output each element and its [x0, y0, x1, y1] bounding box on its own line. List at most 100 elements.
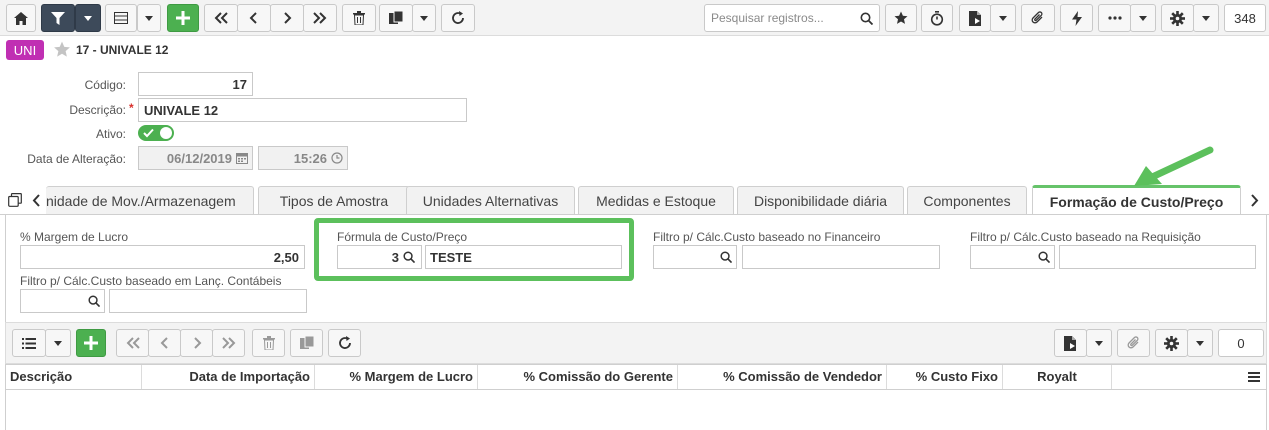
- copy-record-icon[interactable]: [8, 193, 22, 207]
- filtro-financeiro-code-field[interactable]: [653, 245, 737, 269]
- annotation-arrow-icon: [1134, 146, 1214, 186]
- first-icon: [126, 337, 140, 349]
- grid-last-button[interactable]: [212, 329, 245, 357]
- delete-button[interactable]: [342, 4, 376, 32]
- search-icon[interactable]: [1038, 251, 1050, 263]
- last-icon: [313, 12, 327, 24]
- column-comissao-gerente[interactable]: % Comissão do Gerente: [478, 365, 678, 389]
- add-button[interactable]: [167, 4, 199, 32]
- formula-code-field[interactable]: 3: [337, 245, 422, 269]
- data-alteracao-value: 06/12/2019: [166, 150, 232, 166]
- tab-unidades-alternativas[interactable]: Unidades Alternativas: [406, 186, 575, 215]
- view-icon: [114, 12, 128, 24]
- tab-unidade-mov[interactable]: nidade de Mov./Armazenagem: [46, 186, 254, 215]
- filtro-lanc-code-field[interactable]: [20, 289, 105, 313]
- filter-button[interactable]: [41, 4, 75, 32]
- view-button[interactable]: [105, 4, 137, 32]
- last-button[interactable]: [303, 4, 337, 32]
- column-menu-icon[interactable]: [1248, 372, 1260, 382]
- codigo-label: Código:: [84, 78, 126, 92]
- column-custo-fixo[interactable]: % Custo Fixo: [887, 365, 1003, 389]
- first-button[interactable]: [204, 4, 238, 32]
- tab-scroll-left-icon[interactable]: [32, 194, 41, 207]
- refresh-button[interactable]: [441, 4, 475, 32]
- chevron-right-icon: [193, 337, 201, 349]
- settings-dropdown-button[interactable]: [1193, 4, 1219, 32]
- add-icon: [176, 11, 190, 25]
- grid-add-button[interactable]: [76, 329, 106, 357]
- tab-tipos-amostra[interactable]: Tipos de Amostra: [258, 186, 410, 215]
- grid-first-button[interactable]: [116, 329, 149, 357]
- grid-delete-button[interactable]: [252, 329, 285, 357]
- search-icon[interactable]: [88, 295, 100, 307]
- chevron-down-icon: [145, 15, 153, 21]
- search-input[interactable]: [705, 5, 853, 31]
- paperclip-icon: [1127, 336, 1138, 349]
- add-icon: [84, 336, 98, 350]
- grid-copy-button[interactable]: [290, 329, 323, 357]
- column-comissao-vendedor[interactable]: % Comissão de Vendedor: [678, 365, 887, 389]
- filtro-lanc-desc-field[interactable]: [109, 289, 307, 313]
- copy-button[interactable]: [379, 4, 413, 32]
- action-button[interactable]: [1060, 4, 1093, 32]
- grid-report-button[interactable]: [1054, 329, 1087, 357]
- grid-settings-button[interactable]: [1155, 329, 1188, 357]
- descricao-label-text: Descrição:: [69, 103, 126, 117]
- column-descricao[interactable]: Descrição: [6, 365, 142, 389]
- more-button[interactable]: [1098, 4, 1131, 32]
- grid-attach-button[interactable]: [1117, 329, 1150, 357]
- filtro-lanc-label: Filtro p/ Cálc.Custo baseado em Lanç. Co…: [20, 274, 282, 288]
- report-dropdown-button[interactable]: [990, 4, 1016, 32]
- grid-refresh-button[interactable]: [328, 329, 361, 357]
- column-margem-lucro[interactable]: % Margem de Lucro: [315, 365, 478, 389]
- search-icon[interactable]: [860, 12, 873, 25]
- timer-button[interactable]: [921, 4, 953, 32]
- descricao-field[interactable]: UNIVALE 12: [138, 98, 467, 122]
- ativo-label: Ativo:: [95, 127, 126, 141]
- copy-dropdown-button[interactable]: [412, 4, 436, 32]
- filter-dropdown-button[interactable]: [75, 4, 101, 32]
- filtro-financeiro-desc-field[interactable]: [742, 245, 940, 269]
- favorite-star-icon[interactable]: [53, 41, 71, 58]
- chevron-right-icon: [284, 12, 292, 24]
- tab-disponibilidade[interactable]: Disponibilidade diária: [737, 186, 904, 215]
- search-icon[interactable]: [403, 251, 415, 263]
- grid-view-dropdown-button[interactable]: [45, 329, 71, 357]
- margem-lucro-field[interactable]: 2,50: [20, 245, 305, 269]
- grid-next-button[interactable]: [180, 329, 213, 357]
- codigo-field[interactable]: 17: [138, 72, 253, 96]
- check-icon: [143, 128, 154, 138]
- grid-previous-button[interactable]: [148, 329, 181, 357]
- last-icon: [221, 337, 235, 349]
- report-button[interactable]: [959, 4, 991, 32]
- more-dropdown-button[interactable]: [1130, 4, 1156, 32]
- first-icon: [214, 12, 228, 24]
- previous-button[interactable]: [237, 4, 271, 32]
- settings-button[interactable]: [1161, 4, 1194, 32]
- filtro-requisicao-code-field[interactable]: [970, 245, 1055, 269]
- tab-scroll-right-icon[interactable]: [1250, 194, 1259, 207]
- attach-button[interactable]: [1021, 4, 1055, 32]
- ativo-toggle[interactable]: [138, 125, 174, 141]
- filtro-requisicao-desc-field[interactable]: [1059, 245, 1256, 269]
- entity-badge: UNI: [6, 40, 44, 60]
- search-icon[interactable]: [720, 251, 732, 263]
- more-icon: [1107, 16, 1122, 20]
- star-icon: [894, 11, 908, 24]
- column-royalt[interactable]: Royalt: [1003, 365, 1112, 389]
- tab-componentes[interactable]: Componentes: [907, 186, 1027, 215]
- chevron-left-icon: [160, 337, 168, 349]
- grid-body: [5, 390, 1267, 430]
- tab-medidas-estoque[interactable]: Medidas e Estoque: [578, 186, 734, 215]
- favorite-button[interactable]: [885, 4, 917, 32]
- gear-icon: [1170, 10, 1185, 26]
- home-button[interactable]: [6, 4, 36, 32]
- grid-report-dropdown-button[interactable]: [1086, 329, 1112, 357]
- formula-desc-field[interactable]: TESTE: [425, 245, 622, 269]
- grid-settings-dropdown-button[interactable]: [1187, 329, 1213, 357]
- next-button[interactable]: [270, 4, 304, 32]
- column-data-importacao[interactable]: Data de Importação: [142, 365, 315, 389]
- chevron-down-icon: [84, 15, 92, 21]
- grid-view-button[interactable]: [12, 329, 46, 357]
- view-dropdown-button[interactable]: [137, 4, 161, 32]
